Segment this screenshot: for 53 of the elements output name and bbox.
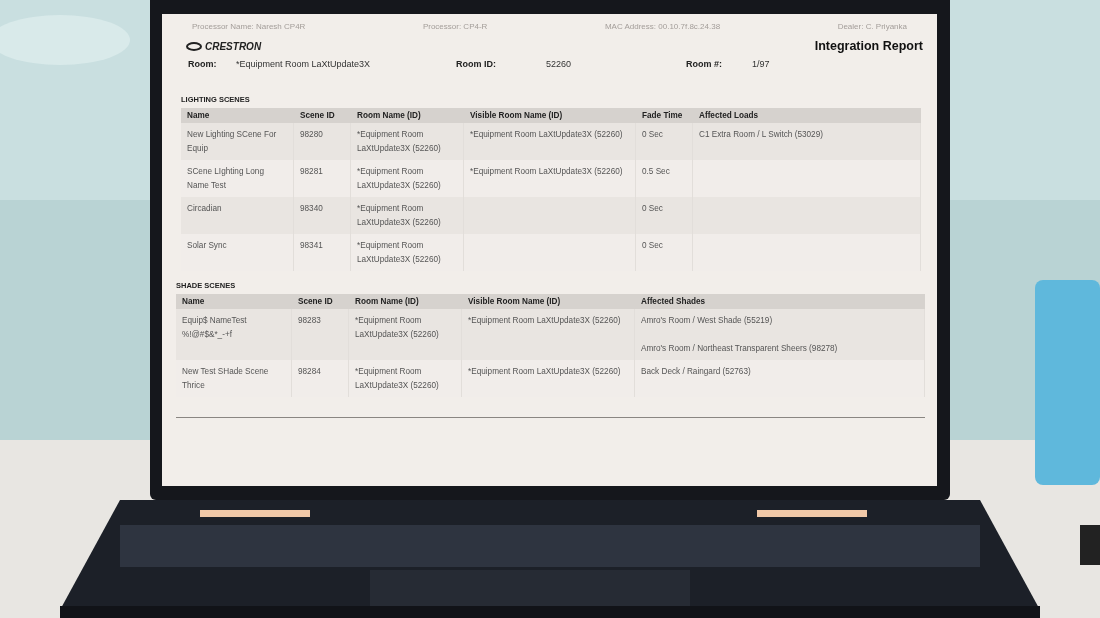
cell-text: 98281 bbox=[300, 166, 324, 178]
cell-text: 0 Sec bbox=[642, 129, 664, 141]
column-header: Name bbox=[181, 108, 294, 123]
cell-text: SCene LIghting Long Name Test bbox=[187, 166, 265, 192]
cell-text: 0.5 Sec bbox=[642, 166, 671, 178]
field-value: 1/97 bbox=[752, 59, 771, 69]
field-label: Room #: bbox=[686, 59, 723, 69]
column-header: Visible Room Name (ID) bbox=[462, 294, 635, 309]
cell-text: Back Deck / Raingard (52763) bbox=[641, 366, 752, 378]
cell-text: *Equipment Room LaXtUpdate3X (52260) bbox=[357, 240, 442, 266]
cell-text: *Equipment Room LaXtUpdate3X (52260) bbox=[355, 366, 440, 392]
cell-text: *Equipment Room LaXtUpdate3X (52260) bbox=[470, 166, 624, 178]
cell-text: 0 Sec bbox=[642, 240, 664, 252]
field-value: 52260 bbox=[546, 59, 573, 69]
cell-text: 98284 bbox=[298, 366, 322, 378]
cell-text: New Lighting SCene For Equip bbox=[187, 129, 278, 155]
field-label: Room ID: bbox=[456, 59, 497, 69]
cell-text: 98280 bbox=[300, 129, 324, 141]
field-value: *Equipment Room LaXtUpdate3X bbox=[236, 59, 372, 69]
cell-text: Solar Sync bbox=[187, 240, 228, 252]
cell-text: Equip$ NameTest %!@#$&*_-+f bbox=[182, 315, 248, 341]
column-header: Affected Shades bbox=[635, 294, 925, 309]
meta-text: Processor Name: Naresh CP4R bbox=[192, 22, 306, 31]
column-header: Scene ID bbox=[292, 294, 349, 309]
cell-text: *Equipment Room LaXtUpdate3X (52260) bbox=[470, 129, 624, 141]
cell-text: *Equipment Room LaXtUpdate3X (52260) bbox=[357, 129, 442, 155]
cell-text: 0 Sec bbox=[642, 203, 664, 215]
cell-text: Circadian bbox=[187, 203, 223, 215]
meta-text: Processor: CP4-R bbox=[422, 22, 488, 31]
column-header: Fade Time bbox=[636, 108, 693, 123]
column-header: Affected Loads bbox=[693, 108, 921, 123]
column-header: Scene ID bbox=[294, 108, 351, 123]
report-title: Integration Report bbox=[814, 39, 923, 53]
column-header: Room Name (ID) bbox=[349, 294, 462, 309]
cell-text: *Equipment Room LaXtUpdate3X (52260) bbox=[355, 315, 440, 341]
cell-text: *Equipment Room LaXtUpdate3X (52260) bbox=[357, 166, 442, 192]
cell-text: 98283 bbox=[298, 315, 322, 327]
cell-text: *Equipment Room LaXtUpdate3X (52260) bbox=[357, 203, 442, 229]
cell-text: 98341 bbox=[300, 240, 324, 252]
cell-text: *Equipment Room LaXtUpdate3X (52260) bbox=[468, 366, 622, 378]
cell-text: *Equipment Room LaXtUpdate3X (52260) bbox=[468, 315, 622, 327]
logo: CRESTRON bbox=[186, 40, 262, 52]
column-header: Visible Room Name (ID) bbox=[464, 108, 636, 123]
meta-text: MAC Address: 00.10.7f.8c.24.38 bbox=[604, 22, 721, 31]
meta-text: Dealer: C. Priyanka bbox=[837, 22, 907, 31]
field-label: Room: bbox=[188, 59, 218, 69]
cell-text: Amro's Room / Northeast Transparent Sheers (98278) bbox=[641, 343, 839, 355]
cell-text: 98340 bbox=[300, 203, 324, 215]
column-header: Room Name (ID) bbox=[351, 108, 464, 123]
cell-text: C1 Extra Room / L Switch (53029) bbox=[699, 129, 824, 141]
cell-text: New Test SHade Scene Thrice bbox=[182, 366, 270, 392]
column-header: Name bbox=[176, 294, 292, 309]
cell-text: Amro's Room / West Shade (55219) bbox=[641, 315, 774, 327]
